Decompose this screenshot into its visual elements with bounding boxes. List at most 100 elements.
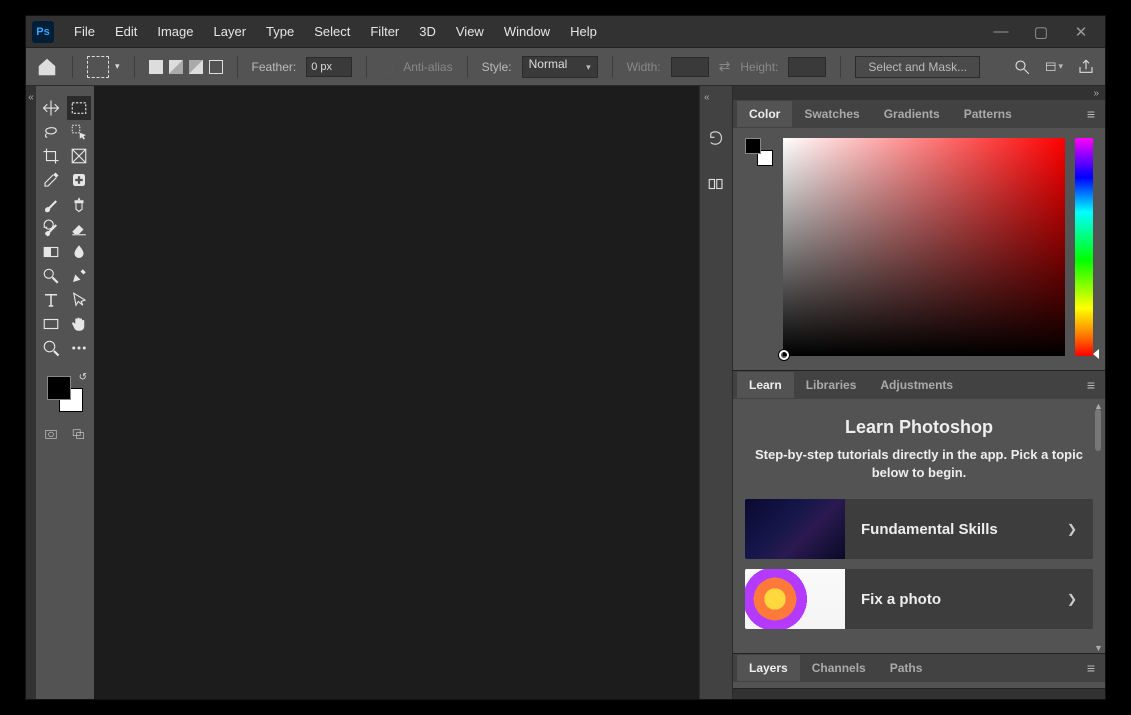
menu-select[interactable]: Select	[304, 20, 360, 43]
color-panel: ColorSwatchesGradientsPatterns ≡	[733, 100, 1105, 371]
learn-card-label: Fundamental Skills	[845, 521, 1051, 538]
menu-help[interactable]: Help	[560, 20, 607, 43]
eraser-tool[interactable]	[67, 216, 91, 240]
learn-panel-menu-icon[interactable]: ≡	[1081, 377, 1101, 393]
selection-add-icon[interactable]	[169, 60, 183, 74]
quick-select-tool[interactable]	[67, 120, 91, 144]
tab-layers[interactable]: Layers	[737, 655, 800, 681]
tab-patterns[interactable]: Patterns	[952, 101, 1024, 127]
menu-window[interactable]: Window	[494, 20, 560, 43]
search-icon[interactable]	[1013, 58, 1031, 76]
selection-mode-group	[149, 60, 223, 74]
selection-new-icon[interactable]	[149, 60, 163, 74]
foreground-color-swatch[interactable]	[47, 376, 71, 400]
chevron-right-icon: ❯	[1051, 522, 1093, 536]
learn-scrollbar[interactable]: ▲ ▼	[1093, 399, 1103, 653]
brush-tool[interactable]	[39, 192, 63, 216]
crop-tool[interactable]	[39, 144, 63, 168]
frame-tool[interactable]	[67, 144, 91, 168]
sb-cursor[interactable]	[779, 350, 789, 360]
scroll-up-icon[interactable]: ▲	[1094, 401, 1102, 409]
hue-cursor[interactable]	[1093, 349, 1099, 359]
lasso-tool[interactable]	[39, 120, 63, 144]
tab-paths[interactable]: Paths	[878, 655, 935, 681]
learn-title: Learn Photoshop	[745, 417, 1093, 438]
history-icon[interactable]	[705, 127, 727, 149]
more-tool[interactable]	[67, 336, 91, 360]
rectangle-tool[interactable]	[39, 312, 63, 336]
move-tool[interactable]	[39, 96, 63, 120]
pen-tool[interactable]	[67, 264, 91, 288]
workspace-switcher-icon[interactable]: ▾	[1045, 58, 1063, 76]
menu-filter[interactable]: Filter	[360, 20, 409, 43]
learn-card-thumbnail	[745, 499, 845, 559]
menu-view[interactable]: View	[446, 20, 494, 43]
app-logo: Ps	[32, 21, 54, 43]
scroll-down-icon[interactable]: ▼	[1094, 643, 1102, 651]
marquee-rect-tool[interactable]	[67, 96, 91, 120]
menu-bar: Ps FileEditImageLayerTypeSelectFilter3DV…	[26, 16, 1105, 48]
tab-swatches[interactable]: Swatches	[792, 101, 871, 127]
color-swatch[interactable]: ↺	[43, 372, 87, 416]
dodge-tool[interactable]	[39, 264, 63, 288]
history-brush-tool[interactable]	[39, 216, 63, 240]
menu-layer[interactable]: Layer	[204, 20, 257, 43]
path-select-tool[interactable]	[67, 288, 91, 312]
share-icon[interactable]	[1077, 58, 1095, 76]
properties-icon[interactable]	[705, 173, 727, 195]
tab-libraries[interactable]: Libraries	[794, 372, 869, 398]
minimize-button[interactable]: —	[993, 23, 1009, 41]
mid-collapse-handle[interactable]: «	[700, 92, 710, 103]
quickmask-icon[interactable]	[42, 428, 60, 442]
menu-image[interactable]: Image	[147, 20, 203, 43]
tab-gradients[interactable]: Gradients	[872, 101, 952, 127]
hand-tool[interactable]	[67, 312, 91, 336]
tab-color[interactable]: Color	[737, 101, 792, 127]
menu-edit[interactable]: Edit	[105, 20, 147, 43]
close-button[interactable]: ✕	[1073, 23, 1089, 41]
maximize-button[interactable]: ▢	[1033, 23, 1049, 41]
color-panel-menu-icon[interactable]: ≡	[1081, 106, 1101, 122]
menu-3d[interactable]: 3D	[409, 20, 446, 43]
panel-color-swatch[interactable]	[745, 138, 773, 166]
collapsed-panel-strip: «	[699, 86, 733, 699]
selection-subtract-icon[interactable]	[189, 60, 203, 74]
healing-tool[interactable]	[67, 168, 91, 192]
swap-colors-icon[interactable]: ↺	[79, 372, 87, 383]
swap-dimensions-icon: ⇄	[719, 58, 731, 75]
screenmode-icon[interactable]	[70, 428, 88, 442]
tab-channels[interactable]: Channels	[800, 655, 878, 681]
gradient-tool[interactable]	[39, 240, 63, 264]
tab-adjustments[interactable]: Adjustments	[868, 372, 965, 398]
type-tool[interactable]	[39, 288, 63, 312]
learn-card[interactable]: Fix a photo❯	[745, 569, 1093, 629]
right-collapse-handle[interactable]: »	[733, 86, 1105, 100]
home-button[interactable]	[36, 56, 58, 78]
saturation-brightness-picker[interactable]	[783, 138, 1065, 356]
menu-type[interactable]: Type	[256, 20, 304, 43]
canvas-area[interactable]	[94, 86, 699, 699]
tool-preset-caret[interactable]: ▾	[115, 61, 120, 72]
scroll-thumb[interactable]	[1095, 409, 1101, 451]
hue-slider[interactable]	[1075, 138, 1093, 356]
learn-card[interactable]: Fundamental Skills❯	[745, 499, 1093, 559]
panel-fg-color[interactable]	[745, 138, 761, 154]
selection-intersect-icon[interactable]	[209, 60, 223, 74]
select-and-mask-button[interactable]: Select and Mask...	[855, 56, 980, 78]
left-panel-collapse[interactable]: «	[26, 86, 36, 699]
blur-tool[interactable]	[67, 240, 91, 264]
tool-preset-icon[interactable]	[87, 56, 109, 78]
chevron-down-icon: ▾	[586, 62, 591, 73]
style-select[interactable]: Normal ▾	[522, 56, 598, 78]
height-input	[788, 57, 826, 77]
window-controls: — ▢ ✕	[993, 23, 1099, 41]
eyedropper-tool[interactable]	[39, 168, 63, 192]
feather-input[interactable]	[306, 57, 352, 77]
menu-file[interactable]: File	[64, 20, 105, 43]
layers-panel-menu-icon[interactable]: ≡	[1081, 660, 1101, 676]
app-window: Ps FileEditImageLayerTypeSelectFilter3DV…	[25, 15, 1106, 700]
tab-learn[interactable]: Learn	[737, 372, 794, 398]
clone-tool[interactable]	[67, 192, 91, 216]
zoom-tool[interactable]	[39, 336, 63, 360]
width-input	[671, 57, 709, 77]
